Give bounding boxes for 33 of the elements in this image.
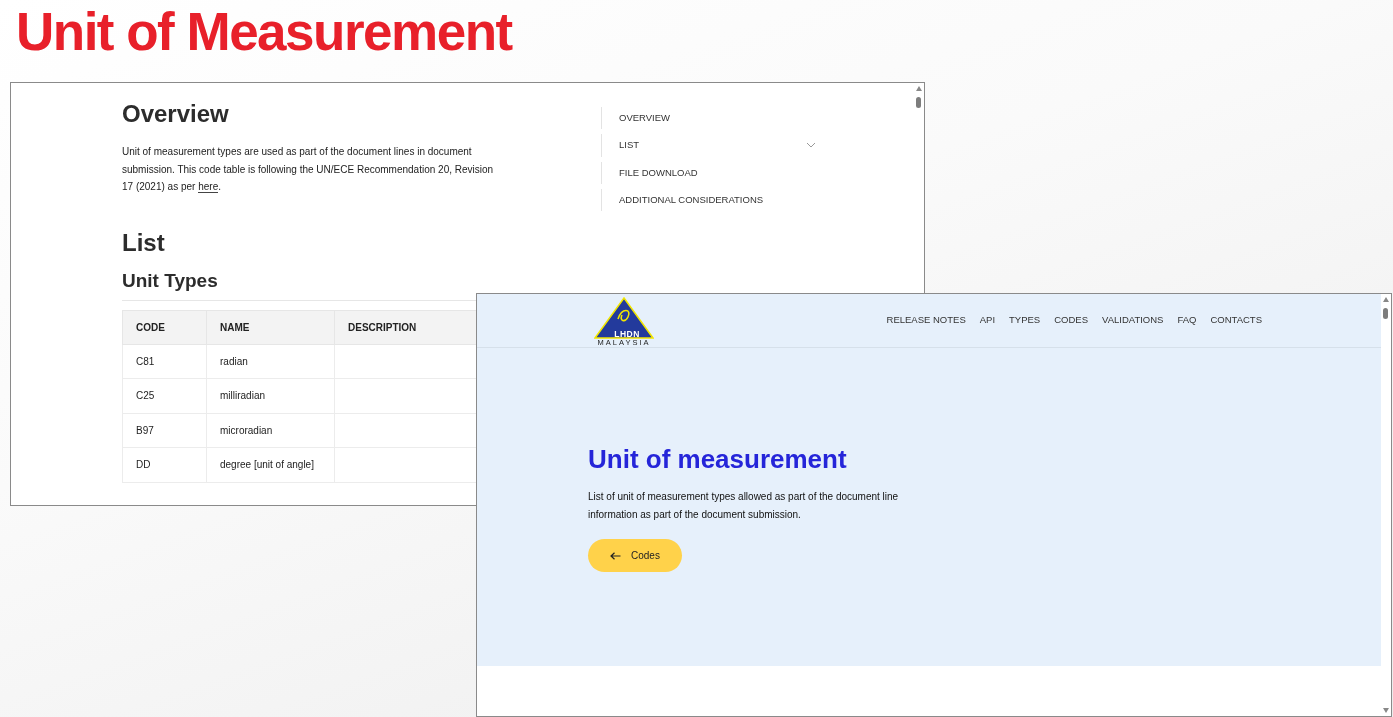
table-cell: C81 [122,344,207,379]
hero-text: List of unit of measurement types allowed as part of the document line information as part of the document submission. [588,490,900,522]
triangle-logo-icon [594,296,654,339]
logo-text: LHDN [613,328,641,339]
toc-link[interactable]: LIST [601,134,816,157]
table-cell: C25 [122,378,207,413]
slide-title: Unit of Measurement [16,2,512,62]
nav-link[interactable]: CODES [1054,313,1088,328]
nav-link[interactable]: VALIDATIONS [1102,313,1164,328]
toc-link[interactable]: ADDITIONAL CONSIDERATIONS [601,188,816,211]
column-header: NAME [206,310,335,344]
table-cell: B97 [122,413,207,448]
left-arrow-icon [610,551,621,560]
toc-link[interactable]: FILE DOWNLOAD [601,161,816,184]
back-button[interactable]: Codes [588,539,682,572]
nav-link[interactable]: TYPES [1009,313,1041,328]
hero-title: Unit of measurement [588,443,848,476]
chevron-down-icon [806,142,816,149]
table-cell: degree [unit of angle] [206,447,335,482]
list-heading: List [122,227,166,258]
overview-heading: Overview [122,99,230,129]
table-cell: radian [206,344,335,379]
scrollbar[interactable] [1381,294,1391,716]
table-cell: DD [122,447,207,482]
column-header: CODE [122,310,207,344]
overview-paragraph: Unit of measurement types are used as part of the document lines in document submission. This code table is following the UN/ECE Recommendation 20, Revision 17 (2021) as per here. [122,145,494,195]
nav-link[interactable]: RELEASE NOTES [886,313,966,328]
toc-link[interactable]: OVERVIEW [601,107,816,130]
nav-link[interactable]: FAQ [1177,313,1197,328]
table-cell: milliradian [206,378,335,413]
table-cell: microradian [206,413,335,448]
nav-link[interactable]: CONTACTS [1210,313,1262,328]
nav-link[interactable]: API [979,313,996,328]
